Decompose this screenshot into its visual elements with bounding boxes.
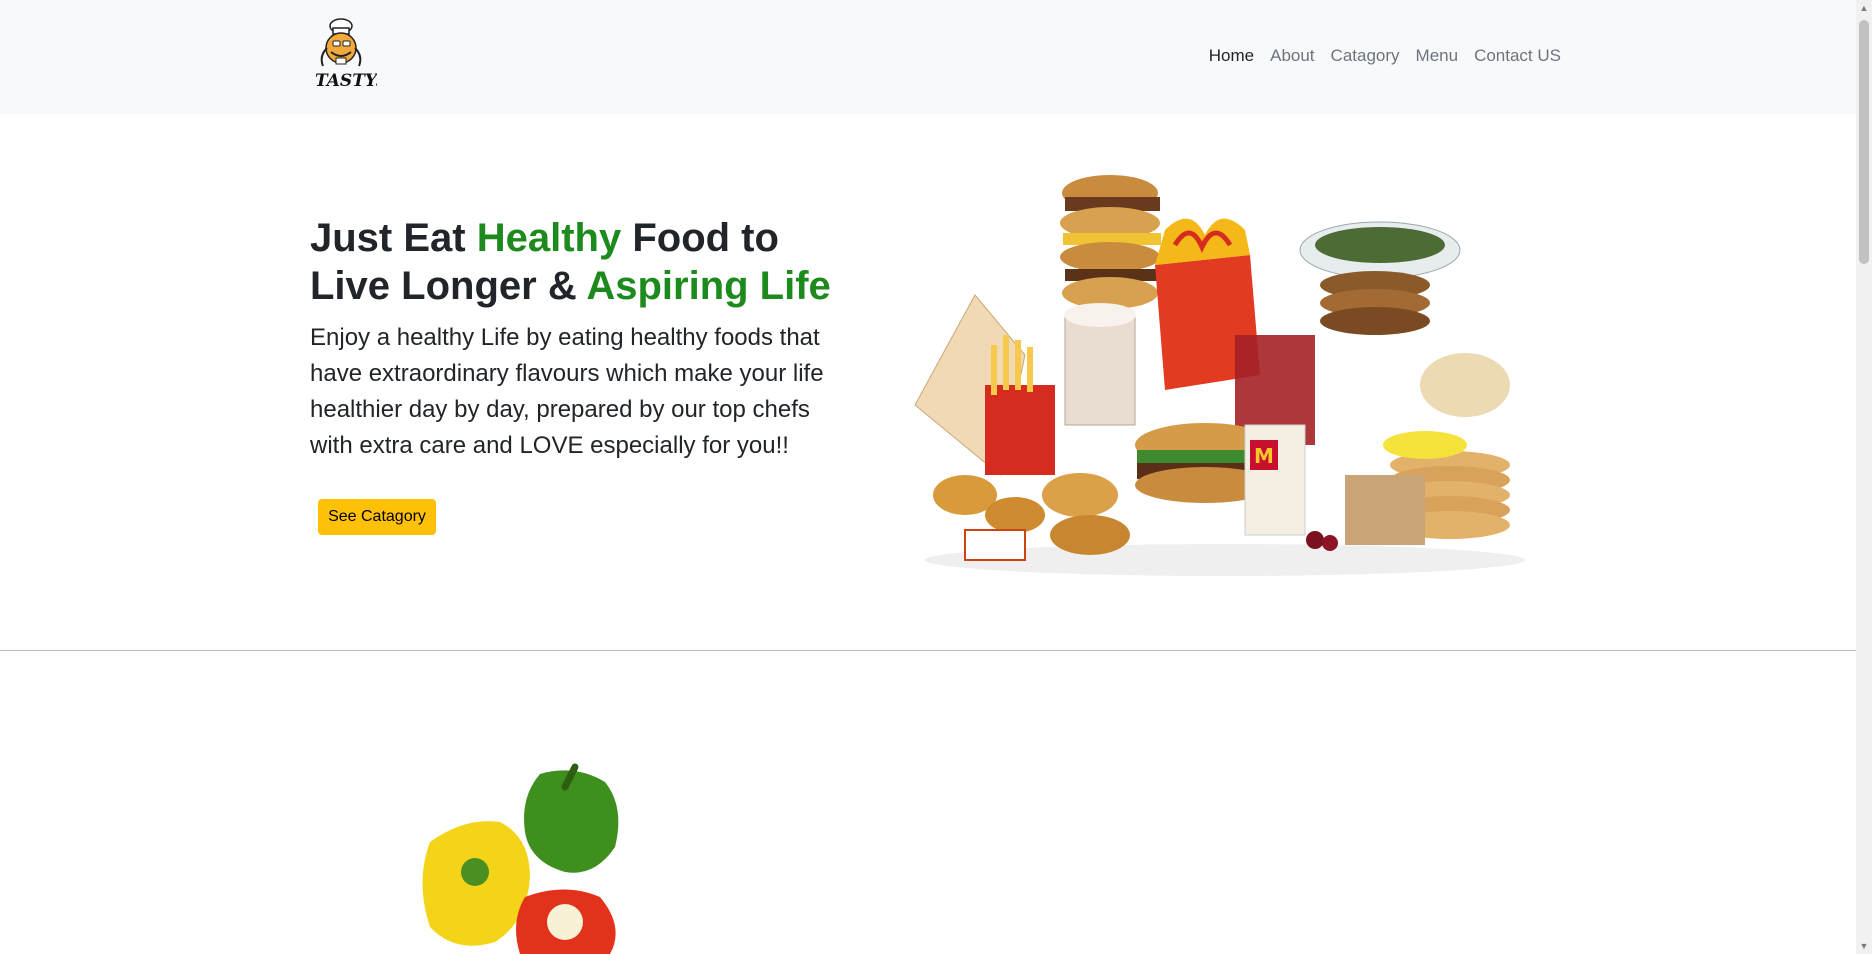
nav-about[interactable]: About [1262, 46, 1322, 66]
section-divider [0, 650, 1856, 651]
svg-text:M: M [1254, 444, 1274, 468]
title-part-3: Live Longer & [310, 264, 587, 308]
navbar: TASTY. Home About Catagory Menu Contact … [0, 0, 1856, 114]
title-part-1: Just Eat [310, 216, 477, 260]
fast-food-pile-image: M [914, 175, 1525, 576]
title-highlight-healthy: Healthy [476, 216, 622, 260]
scroll-thumb[interactable] [1859, 20, 1869, 264]
bell-peppers-image [422, 763, 619, 954]
title-highlight-aspiring: Aspiring Life [586, 264, 831, 308]
page-scrollbar[interactable]: ▲ ▼ [1856, 0, 1872, 954]
scroll-down-arrow-icon[interactable]: ▼ [1856, 938, 1872, 954]
nav-catagory[interactable]: Catagory [1323, 46, 1408, 66]
hero-description: Enjoy a healthy Life by eating healthy f… [310, 324, 824, 459]
nav-menu: Home About Catagory Menu Contact US [1201, 46, 1569, 66]
scroll-up-arrow-icon[interactable]: ▲ [1856, 0, 1872, 16]
see-catagory-button[interactable]: See Catagory [318, 499, 436, 535]
nav-home[interactable]: Home [1201, 46, 1262, 66]
logo-text: TASTY. [315, 71, 377, 91]
nav-contact[interactable]: Contact US [1466, 46, 1569, 66]
hero-title: Just Eat Healthy Food to Live Longer & As… [310, 214, 870, 310]
nav-menu-link[interactable]: Menu [1408, 46, 1467, 66]
title-part-2: Food to [621, 216, 779, 260]
chef-logo-icon[interactable]: TASTY. [309, 18, 377, 98]
